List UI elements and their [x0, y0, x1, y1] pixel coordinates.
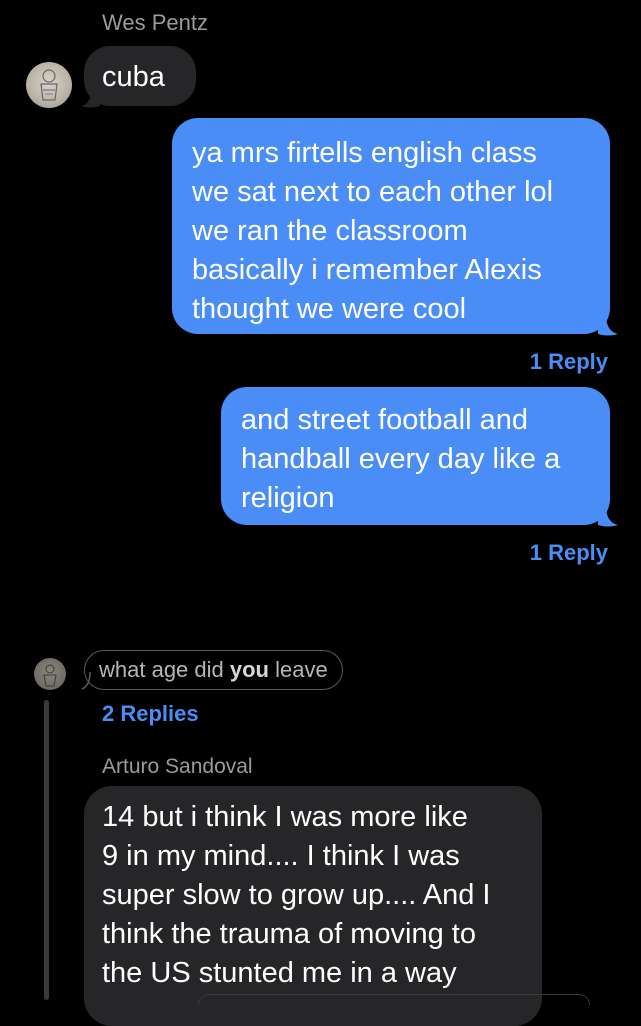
- message-line: religion: [241, 482, 335, 514]
- message-line: super slow to grow up.... And I: [102, 879, 491, 911]
- message-line: basically i remember Alexis: [192, 254, 542, 286]
- avatar-drawing-icon: [40, 69, 58, 101]
- sender-name: Arturo Sandoval: [102, 755, 253, 778]
- reply-count-link[interactable]: 1 Reply: [530, 349, 608, 375]
- reply-count-link[interactable]: 1 Reply: [530, 540, 608, 566]
- message-line: and street football and: [241, 404, 528, 436]
- message-line: 9 in my mind.... I think I was: [102, 840, 460, 872]
- avatar[interactable]: [26, 62, 72, 108]
- quoted-message-bubble[interactable]: what age did you leave: [84, 650, 343, 690]
- incoming-message-bubble[interactable]: 14 but i think I was more like 9 in my m…: [84, 786, 542, 1026]
- thread-line: [44, 700, 49, 1000]
- quoted-bubble-tail-icon: [81, 672, 91, 690]
- quoted-text-bold: you: [229, 657, 269, 682]
- message-line: handball every day like a: [241, 443, 561, 475]
- message-line: the US stunted me in a way: [102, 957, 457, 989]
- sender-name: Wes Pentz: [102, 10, 208, 35]
- message-line: 14 but i think I was more like: [102, 801, 468, 833]
- outgoing-message-bubble[interactable]: ya mrs firtells english class we sat nex…: [172, 118, 610, 334]
- message-line: thought we were cool: [192, 293, 467, 325]
- bubble-tail-icon: [598, 314, 618, 336]
- message-line: think the trauma of moving to: [102, 918, 476, 950]
- replies-count-link[interactable]: 2 Replies: [102, 701, 199, 727]
- incoming-message-bubble[interactable]: cuba: [84, 46, 196, 106]
- message-line: ya mrs firtells english class: [192, 137, 537, 169]
- bubble-tail-icon: [82, 86, 100, 108]
- message-line: we ran the classroom: [192, 215, 468, 247]
- message-line: we sat next to each other lol: [192, 176, 554, 208]
- avatar[interactable]: [34, 658, 66, 690]
- bubble-tail-icon: [598, 505, 618, 527]
- message-text: cuba: [102, 61, 165, 93]
- outgoing-message-bubble[interactable]: and street football and handball every d…: [221, 387, 610, 525]
- quoted-text: leave: [269, 657, 328, 682]
- avatar-drawing-icon: [43, 664, 57, 687]
- quoted-text: what age did: [99, 657, 230, 682]
